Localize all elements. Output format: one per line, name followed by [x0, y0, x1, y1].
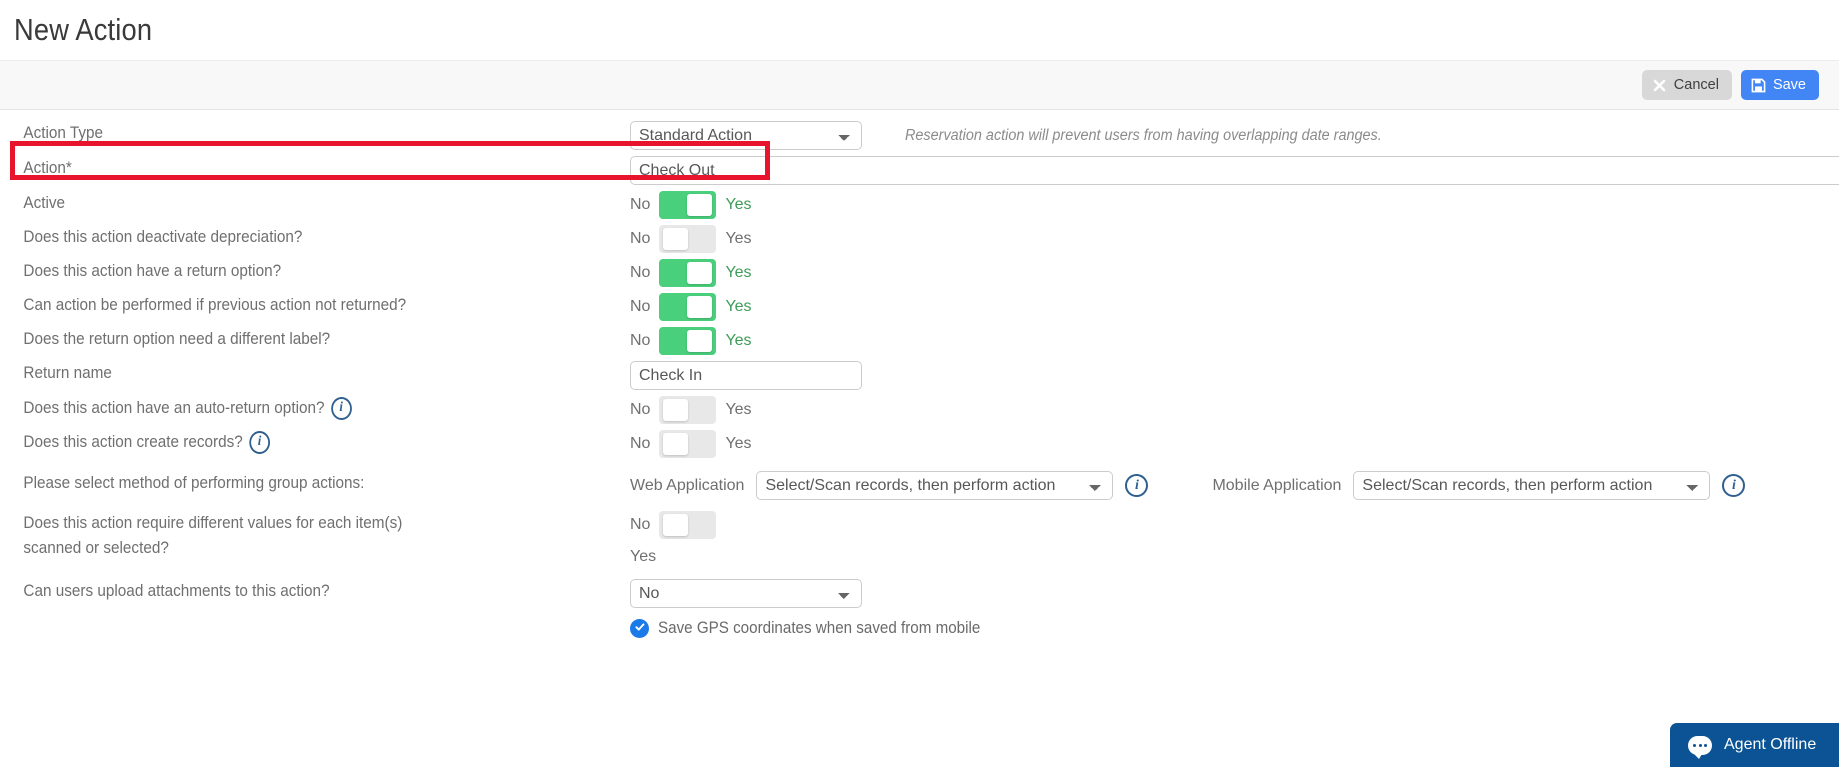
deactivate-depreciation-toggle[interactable]: [659, 225, 717, 253]
row-deactivate-depreciation: Does this action deactivate depreciation…: [0, 222, 1839, 256]
info-icon[interactable]: i: [1125, 474, 1149, 497]
return-option-off-label: No: [630, 264, 651, 281]
toggle-knob: [663, 514, 689, 536]
save-gps-checkbox[interactable]: [630, 619, 649, 638]
deactivate-depreciation-label: Does this action deactivate depreciation…: [23, 227, 303, 246]
close-icon: [1652, 78, 1667, 93]
active-on-label: Yes: [725, 196, 752, 213]
deactivate-depreciation-on-label: Yes: [725, 230, 752, 247]
auto-return-toggle-group: No Yes: [630, 396, 752, 424]
check-icon: [634, 620, 646, 638]
create-records-label: Does this action create records? i: [0, 430, 567, 455]
row-different-return-label: Does the return option need a different …: [0, 324, 1839, 358]
action-type-select[interactable]: Standard Action: [630, 121, 862, 150]
previous-not-returned-label: Can action be performed if previous acti…: [23, 295, 407, 314]
row-auto-return: Does this action have an auto-return opt…: [0, 393, 1839, 427]
auto-return-toggle[interactable]: [659, 396, 717, 424]
mobile-application-select[interactable]: Select/Scan records, then perform action: [1353, 471, 1711, 500]
toggle-knob: [663, 433, 689, 455]
different-values-toggle[interactable]: [659, 511, 717, 539]
row-active: Active No Yes: [0, 188, 1839, 222]
row-action-type: Action Type Standard Action Reservation …: [0, 118, 1839, 153]
action-name-label: Action*: [23, 158, 72, 177]
action-form: Action Type Standard Action Reservation …: [0, 110, 1839, 641]
chat-bubble-icon: [1688, 735, 1712, 759]
cancel-button[interactable]: Cancel: [1641, 70, 1732, 100]
row-return-option: Does this action have a return option? N…: [0, 256, 1839, 290]
different-values-label: Does this action require different value…: [23, 513, 403, 557]
page-header: New Action: [0, 0, 1839, 60]
auto-return-on-label: Yes: [725, 401, 752, 418]
upload-attachments-select[interactable]: No: [630, 579, 862, 608]
active-toggle-group: No Yes: [630, 191, 752, 219]
save-gps-label: Save GPS coordinates when saved from mob…: [658, 619, 981, 637]
action-toolbar: Cancel Save: [0, 60, 1839, 110]
auto-return-label: Does this action have an auto-return opt…: [0, 396, 567, 421]
deactivate-depreciation-off-label: No: [630, 230, 651, 247]
chat-status-label: Agent Offline: [1724, 736, 1817, 753]
deactivate-depreciation-toggle-group: No Yes: [630, 225, 752, 253]
previous-not-returned-off-label: No: [630, 298, 651, 315]
return-name-label: Return name: [23, 363, 112, 382]
toggle-knob: [687, 262, 713, 284]
row-different-values: Does this action require different value…: [0, 503, 1839, 569]
different-return-label-off-label: No: [630, 332, 651, 349]
previous-not-returned-toggle[interactable]: [659, 293, 717, 321]
return-name-input[interactable]: [630, 361, 862, 390]
info-icon[interactable]: i: [330, 396, 352, 420]
active-label: Active: [23, 193, 66, 212]
toggle-knob: [663, 228, 689, 250]
create-records-off-label: No: [630, 435, 651, 452]
different-values-on-label: Yes: [630, 548, 657, 565]
toggle-knob: [687, 296, 713, 318]
row-return-name: Return name: [0, 358, 1839, 393]
save-gps-row: Save GPS coordinates when saved from mob…: [630, 619, 1008, 638]
page-title: New Action: [14, 12, 153, 47]
toggle-knob: [687, 194, 713, 216]
info-icon[interactable]: i: [1722, 474, 1746, 497]
action-type-label: Action Type: [23, 123, 104, 142]
different-values-toggle-group: No Yes: [630, 511, 750, 566]
return-option-label: Does this action have a return option?: [23, 261, 282, 280]
active-off-label: No: [630, 196, 651, 213]
web-application-label: Web Application: [630, 476, 745, 494]
return-option-on-label: Yes: [725, 264, 752, 281]
auto-return-off-label: No: [630, 401, 651, 418]
row-create-records: Does this action create records? i No Ye…: [0, 427, 1839, 461]
chat-widget[interactable]: Agent Offline: [1670, 723, 1839, 767]
row-previous-not-returned: Can action be performed if previous acti…: [0, 290, 1839, 324]
save-button[interactable]: Save: [1740, 70, 1819, 100]
row-upload-attachments: Can users upload attachments to this act…: [0, 569, 1839, 641]
different-return-label-label: Does the return option need a different …: [23, 329, 331, 348]
return-option-toggle[interactable]: [659, 259, 717, 287]
create-records-on-label: Yes: [725, 435, 752, 452]
cancel-button-label: Cancel: [1673, 76, 1719, 93]
previous-not-returned-on-label: Yes: [725, 298, 752, 315]
row-group-actions: Please select method of performing group…: [0, 461, 1839, 503]
auto-return-label-text: Does this action have an auto-return opt…: [23, 398, 325, 417]
different-return-label-toggle-group: No Yes: [630, 327, 752, 355]
create-records-label-text: Does this action create records?: [23, 432, 243, 451]
create-records-toggle[interactable]: [659, 430, 717, 458]
different-return-label-toggle[interactable]: [659, 327, 717, 355]
save-button-label: Save: [1772, 76, 1806, 93]
action-name-input[interactable]: [630, 156, 1839, 185]
action-type-note: Reservation action will prevent users fr…: [905, 126, 1382, 144]
info-icon[interactable]: i: [249, 430, 270, 454]
floppy-disk-icon: [1751, 78, 1766, 93]
web-application-select[interactable]: Select/Scan records, then perform action: [756, 471, 1114, 500]
toggle-knob: [687, 330, 713, 352]
different-return-label-on-label: Yes: [725, 332, 752, 349]
group-actions-label: Please select method of performing group…: [23, 473, 365, 492]
mobile-application-label: Mobile Application: [1212, 476, 1342, 494]
toggle-knob: [663, 399, 689, 421]
upload-attachments-label: Can users upload attachments to this act…: [23, 581, 330, 600]
row-action-name: Action*: [0, 153, 1839, 188]
different-values-off-label: No: [630, 516, 651, 533]
return-option-toggle-group: No Yes: [630, 259, 752, 287]
active-toggle[interactable]: [659, 191, 717, 219]
create-records-toggle-group: No Yes: [630, 430, 752, 458]
previous-not-returned-toggle-group: No Yes: [630, 293, 752, 321]
